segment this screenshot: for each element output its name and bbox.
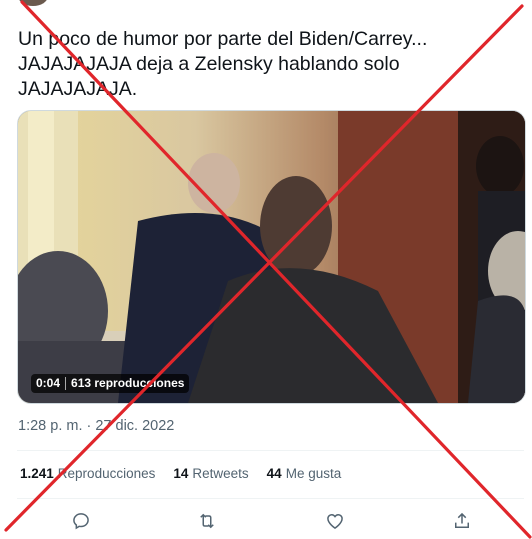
tweet-text: Un poco de humor por parte del Biden/Car…: [18, 28, 428, 100]
reply-icon: [73, 513, 89, 530]
like-button[interactable]: [320, 506, 350, 536]
likes-stat[interactable]: 44 Me gusta: [267, 466, 342, 481]
share-button[interactable]: [447, 506, 477, 536]
tweet-actions: [0, 506, 532, 536]
video-views-overlay: 613 reproducciones: [71, 376, 185, 390]
share-icon: [455, 512, 469, 528]
video-frame: [18, 111, 525, 403]
retweets-count: 14: [173, 466, 189, 481]
tweet-header: [0, 0, 532, 10]
likes-label: Me gusta: [285, 466, 342, 481]
divider: [17, 450, 524, 451]
video-player[interactable]: 0:04 613 reproducciones: [17, 110, 526, 404]
heart-icon: [327, 513, 343, 529]
avatar[interactable]: [18, 0, 48, 6]
retweets-stat[interactable]: 14 Retweets: [173, 466, 248, 481]
views-label: Reproducciones: [57, 466, 156, 481]
retweet-icon: [200, 513, 214, 529]
likes-count: 44: [266, 466, 282, 481]
retweets-label: Retweets: [192, 466, 249, 481]
views-count: 1.241: [20, 466, 54, 481]
reply-button[interactable]: [66, 506, 96, 536]
video-duration: 0:04: [36, 376, 61, 390]
divider: [17, 498, 524, 499]
views-stat[interactable]: 1.241 Reproducciones: [20, 466, 155, 481]
tweet-stats: 1.241 Reproducciones 14 Retweets 44 Me gust…: [20, 466, 341, 481]
badge-separator: [65, 377, 67, 390]
tweet-timestamp[interactable]: 1:28 p. m. · 27 dic. 2022: [18, 418, 174, 434]
retweet-button[interactable]: [192, 506, 222, 536]
video-badge: 0:04 613 reproducciones: [31, 374, 190, 393]
